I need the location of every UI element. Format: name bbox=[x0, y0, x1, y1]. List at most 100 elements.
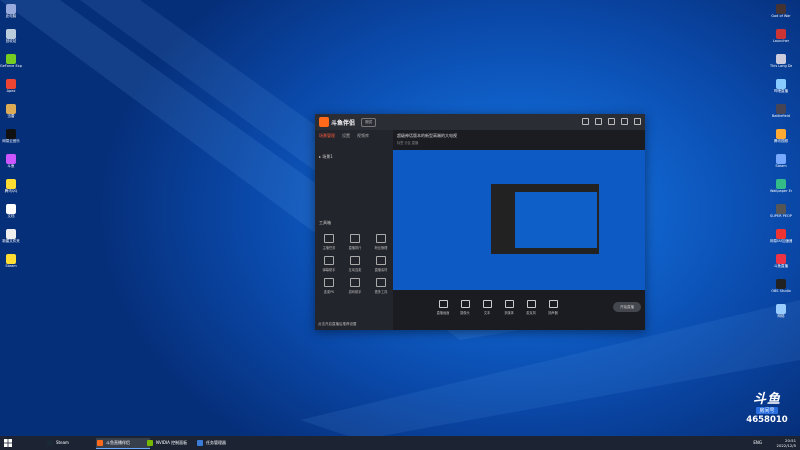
desktop-right-icon-12[interactable]: 网络 bbox=[770, 304, 792, 318]
desktop-left-icon-1[interactable]: 回收站 bbox=[0, 29, 22, 43]
tool-label: 粉丝管理 bbox=[374, 246, 388, 250]
clock[interactable]: 20:51 2022/12/5 bbox=[777, 438, 796, 448]
desktop-left-icon-10[interactable]: Steam bbox=[0, 254, 22, 268]
bottom-button-icon bbox=[482, 300, 492, 308]
maximize-icon[interactable] bbox=[621, 118, 628, 125]
title-bar[interactable]: 斗鱼伴侣 测试 bbox=[315, 114, 645, 130]
bottom-button-label: 多媒体 bbox=[504, 311, 514, 315]
desktop-icon-label: 文档 bbox=[7, 214, 15, 218]
settings-icon[interactable] bbox=[582, 118, 589, 125]
taskbar-item-label: 斗鱼直播伴侣 bbox=[106, 440, 130, 445]
desktop-left-icon-4[interactable]: 迅雷 bbox=[0, 104, 22, 118]
tool-icon bbox=[350, 234, 360, 243]
desktop-icon-label: This Long Dark bbox=[770, 64, 792, 68]
desktop-right-icon-0[interactable]: God of War bbox=[770, 4, 792, 18]
taskbar-app-icon bbox=[47, 440, 53, 446]
desktop-right-icon-1[interactable]: Launcher bbox=[770, 29, 792, 43]
scene-item[interactable]: ▸ 场景1 bbox=[319, 154, 333, 160]
desktop-right-icon-11[interactable]: OBS Studio bbox=[770, 279, 792, 293]
desktop-icon-label: 新建文件夹 bbox=[2, 239, 20, 243]
taskbar-item-label: NVIDIA 控制面板 bbox=[156, 440, 188, 445]
desktop-icon-label: Apex bbox=[6, 89, 16, 93]
tool-item-5[interactable]: 直播素材 bbox=[371, 256, 391, 272]
tool-item-0[interactable]: 主播任务 bbox=[319, 234, 339, 250]
watermark-badge: 房间号 bbox=[756, 407, 778, 414]
tool-label: 弹幕助手 bbox=[322, 268, 336, 272]
tool-label: 更多工具 bbox=[374, 290, 388, 294]
douyu-broadcaster-window[interactable]: 斗鱼伴侣 测试 场景管理 设置 视频库 ▸ 场景1 工具箱 主播任务 直播排行 粉丝… bbox=[315, 114, 645, 330]
tool-item-3[interactable]: 弹幕助手 bbox=[319, 256, 339, 272]
desktop-right-icon-7[interactable]: Wallpaper Engine bbox=[770, 179, 792, 193]
desktop-right-icon-8[interactable]: SUPER PEOPLE bbox=[770, 204, 792, 218]
taskbar-item-3[interactable]: 任务管理器 bbox=[196, 438, 250, 448]
bottom-button-label: 直播画面 bbox=[436, 311, 450, 315]
desktop-icon-label: 迅雷 bbox=[7, 114, 15, 118]
desktop-right-icon-10[interactable]: 斗鱼直播 bbox=[770, 254, 792, 268]
desktop-right-icon-5[interactable]: 腾讯视频 bbox=[770, 129, 792, 143]
room-title[interactable]: 超级神话版本的新型高端的大电视 bbox=[397, 133, 457, 139]
desktop-icon-label: GeForce Experience bbox=[0, 64, 22, 68]
bottom-button-0[interactable]: 直播画面 bbox=[433, 300, 453, 315]
bottom-button-1[interactable]: 摄像头 bbox=[455, 300, 475, 315]
desktop-right-icon-4[interactable]: Battlefield bbox=[770, 104, 792, 118]
desktop-icon-label: Battlefield bbox=[772, 114, 790, 118]
bottom-button-icon bbox=[504, 300, 514, 308]
desktop-right-icon-2[interactable]: This Long Dark bbox=[770, 54, 792, 68]
tool-item-7[interactable]: 游戏助手 bbox=[345, 278, 365, 294]
bottom-button-icon bbox=[526, 300, 536, 308]
desktop-left-icon-3[interactable]: Apex bbox=[0, 79, 22, 93]
app-icon bbox=[6, 229, 16, 239]
tool-label: 连麦PK bbox=[323, 290, 335, 294]
bottom-button-3[interactable]: 多媒体 bbox=[499, 300, 519, 315]
desktop-right-icon-6[interactable]: Steam bbox=[770, 154, 792, 168]
bottom-button-label: 麦克风 bbox=[526, 311, 536, 315]
taskbar-item-1[interactable]: 斗鱼直播伴侣 bbox=[96, 438, 150, 449]
tool-label: 主播任务 bbox=[322, 246, 336, 250]
desktop-left-icon-9[interactable]: 新建文件夹 bbox=[0, 229, 22, 243]
tool-item-4[interactable]: 互动连麦 bbox=[345, 256, 365, 272]
tab-library[interactable]: 视频库 bbox=[357, 133, 369, 139]
taskbar-item-2[interactable]: NVIDIA 控制面板 bbox=[146, 438, 200, 448]
tab-settings[interactable]: 设置 bbox=[342, 133, 350, 139]
taskbar-app-icon bbox=[147, 440, 153, 446]
scene-label: 场景1 bbox=[322, 154, 333, 159]
app-icon bbox=[6, 104, 16, 114]
bottom-button-2[interactable]: 文本 bbox=[477, 300, 497, 315]
desktop-left-icon-7[interactable]: 腾讯QQ bbox=[0, 179, 22, 193]
footer-tip[interactable]: 点击开启直播后推荐设置 bbox=[318, 322, 357, 327]
windows-start-icon[interactable] bbox=[4, 439, 12, 447]
tool-item-2[interactable]: 粉丝管理 bbox=[371, 234, 391, 250]
message-icon[interactable] bbox=[595, 118, 602, 125]
desktop-right-icon-3[interactable]: 哔哩直播 bbox=[770, 79, 792, 93]
bottom-button-4[interactable]: 麦克风 bbox=[521, 300, 541, 315]
app-icon bbox=[776, 29, 786, 39]
desktop-left-icon-2[interactable]: GeForce Experience bbox=[0, 54, 22, 68]
desktop-left-icon-8[interactable]: 文档 bbox=[0, 204, 22, 218]
close-icon[interactable] bbox=[634, 118, 641, 125]
taskbar-item-0[interactable]: Steam bbox=[46, 438, 100, 448]
douyu-room-watermark: 斗鱼 房间号 4658010 bbox=[744, 388, 790, 425]
bottom-button-5[interactable]: 扬声器 bbox=[543, 300, 563, 315]
language-indicator[interactable]: ENG bbox=[753, 440, 762, 445]
desktop-right-icon-9[interactable]: 网易UU加速器 bbox=[770, 229, 792, 243]
go-live-button[interactable]: 开始直播 bbox=[613, 302, 641, 312]
app-icon bbox=[776, 254, 786, 264]
bottom-button-label: 摄像头 bbox=[460, 311, 470, 315]
tool-icon bbox=[376, 278, 386, 287]
desktop-left-icon-6[interactable]: 斗鱼 bbox=[0, 154, 22, 168]
desktop-left-icon-0[interactable]: 此电脑 bbox=[0, 4, 22, 18]
minimize-icon[interactable] bbox=[608, 118, 615, 125]
desktop-icon-label: 网易UU加速器 bbox=[770, 239, 792, 243]
desktop-icon-label: 斗鱼直播 bbox=[774, 264, 788, 268]
tool-item-6[interactable]: 连麦PK bbox=[319, 278, 339, 294]
app-icon bbox=[776, 79, 786, 89]
stream-preview[interactable] bbox=[393, 150, 645, 290]
tool-item-1[interactable]: 直播排行 bbox=[345, 234, 365, 250]
app-icon bbox=[776, 204, 786, 214]
tool-label: 直播素材 bbox=[374, 268, 388, 272]
tab-scenes[interactable]: 场景管理 bbox=[319, 133, 335, 139]
tool-item-8[interactable]: 更多工具 bbox=[371, 278, 391, 294]
desktop-icon-label: 腾讯QQ bbox=[4, 189, 18, 193]
desktop-left-icon-5[interactable]: 网易云音乐 bbox=[0, 129, 22, 143]
app-icon bbox=[776, 129, 786, 139]
